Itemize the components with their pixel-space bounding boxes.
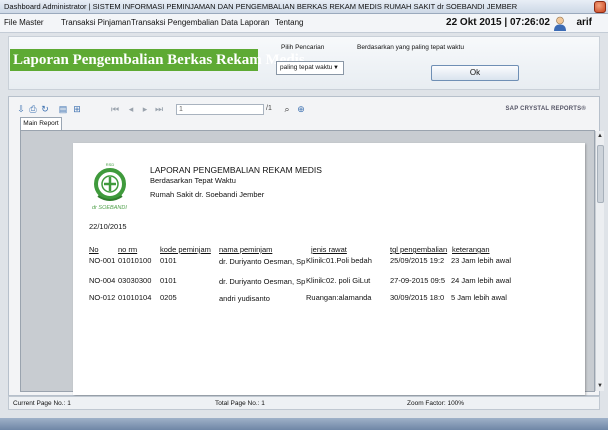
table-cell: dr. Duriyanto Oesman, Sp — [219, 277, 306, 286]
menu-tentang[interactable]: Tentang — [275, 18, 303, 27]
last-page-icon[interactable]: ⏭ — [154, 104, 164, 114]
col-header-tgl-pengembalian: tgl pengembalian — [390, 245, 448, 254]
menu-bar: File Master Transaksi Pinjaman Transaksi… — [0, 14, 608, 33]
col-header-no: No — [89, 245, 99, 254]
table-cell: NO-012 — [89, 293, 116, 302]
hospital-logo: RSD — [94, 162, 126, 201]
find-icon[interactable]: ⌕ — [282, 104, 292, 114]
col-header-nama-peminjam: nama peminjam — [219, 245, 273, 254]
logo-top-text: RSD — [106, 162, 115, 167]
table-cell: 0205 — [160, 293, 177, 302]
scroll-thumb[interactable] — [597, 145, 604, 203]
menu-transaksi-pinjaman[interactable]: Transaksi Pinjaman — [61, 18, 131, 27]
status-bar: Current Page No.: 1 Total Page No.: 1 Zo… — [8, 396, 600, 410]
table-cell: 01010104 — [118, 293, 152, 302]
taskbar — [0, 418, 608, 430]
table-cell: Klinik:02. poli GiLut — [306, 276, 371, 285]
logo-caption: dr SOEBANDI — [92, 205, 127, 211]
table-cell: andri yudisanto — [219, 294, 270, 303]
crystal-reports-logo: SAP CRYSTAL REPORTS® — [505, 106, 586, 112]
window-close-button[interactable] — [594, 1, 606, 13]
col-header-keterangan: keterangan — [452, 245, 490, 254]
report-subheading: Berdasarkan Tepat Waktu — [150, 176, 236, 185]
first-page-icon[interactable]: ⏮ — [110, 104, 120, 114]
window-title: Dashboard Administrator | SISTEM INFORMA… — [0, 0, 608, 14]
table-cell: 0101 — [160, 256, 177, 265]
table-cell: 0101 — [160, 276, 177, 285]
col-header-kode-peminjam: kode peminjam — [160, 245, 211, 254]
menu-data-laporan[interactable]: Data Laporan — [221, 18, 269, 27]
table-cell: 01010100 — [118, 256, 152, 265]
next-page-icon[interactable]: ▸ — [140, 104, 150, 114]
scroll-up-icon[interactable]: ▲ — [597, 133, 603, 139]
ok-button[interactable]: Ok — [431, 65, 519, 81]
page-count: /1 — [266, 105, 272, 112]
zoom-icon[interactable]: ⊕ — [296, 104, 306, 114]
table-cell: Klinik:01.Poli bedah — [306, 256, 372, 265]
report-hospital-name: Rumah Sakit dr. Soebandi Jember — [150, 190, 265, 199]
total-page-status: Total Page No.: 1 — [215, 400, 265, 407]
current-page-status: Current Page No.: 1 — [13, 400, 71, 407]
table-cell: 25/09/2015 19:2 — [390, 256, 445, 265]
previous-page-icon[interactable]: ◂ — [126, 104, 136, 114]
table-cell: 30/09/2015 18:0 — [390, 293, 445, 302]
user-avatar-icon — [554, 16, 566, 31]
table-cell: 5 Jam lebih awal — [451, 293, 507, 302]
toggle-tree-icon[interactable]: ▤ — [58, 104, 68, 114]
zoom-status: Zoom Factor: 100% — [407, 400, 465, 407]
vertical-scrollbar[interactable]: ▲ ▼ — [595, 131, 604, 391]
user-name: arif — [576, 17, 592, 28]
chevron-down-icon: ▼ — [333, 65, 339, 71]
datetime-display: 22 Okt 2015 | 07:26:02 — [446, 17, 550, 28]
page-number-input[interactable]: 1 — [176, 104, 264, 115]
table-cell: 03030300 — [118, 276, 152, 285]
criteria-label: Berdasarkan yang paling tepat waktu — [357, 44, 464, 51]
table-cell: 23 Jam lebih awal — [451, 256, 512, 265]
search-mode-select[interactable]: paling tepat waktu ▼ — [276, 61, 344, 75]
table-cell: NO-004 — [89, 276, 116, 285]
scroll-down-icon[interactable]: ▼ — [597, 383, 603, 389]
table-cell: 24 Jam lebih awal — [451, 276, 512, 285]
col-header-no-rm: no rm — [118, 245, 138, 254]
export-icon[interactable]: ⇩ — [16, 104, 26, 114]
search-mode-label: Pilih Pencarian — [281, 44, 325, 51]
menu-file-master[interactable]: File Master — [4, 18, 44, 27]
col-header-jenis-rawat: jenis rawat — [311, 245, 347, 254]
table-cell: Ruangan:alamanda — [306, 293, 372, 302]
page-title: Laporan Pengembalian Berkas Rekam Medis — [10, 49, 305, 71]
menu-transaksi-pengembalian[interactable]: Transaksi Pengembalian — [131, 18, 219, 27]
table-cell: NO-001 — [89, 256, 116, 265]
table-cell: 27-09-2015 09:5 — [390, 276, 446, 285]
print-icon[interactable]: ⎙ — [28, 104, 38, 114]
refresh-icon[interactable]: ↻ — [40, 104, 50, 114]
search-mode-value: paling tepat waktu — [280, 64, 333, 71]
table-cell: dr. Duriyanto Oesman, Sp — [219, 257, 306, 266]
tab-main-report[interactable]: Main Report — [20, 117, 62, 130]
report-date: 22/10/2015 — [89, 222, 127, 231]
group-tree-icon[interactable]: ⊞ — [72, 104, 82, 114]
report-heading: LAPORAN PENGEMBALIAN REKAM MEDIS — [150, 165, 322, 175]
